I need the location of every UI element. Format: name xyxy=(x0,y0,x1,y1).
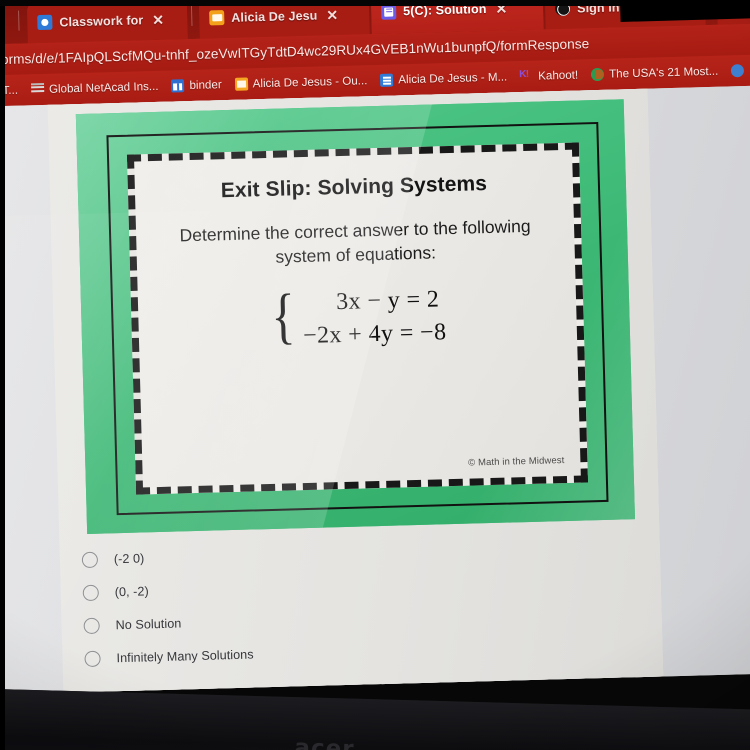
usa-icon xyxy=(590,67,605,82)
option-label: (-2 0) xyxy=(113,551,145,567)
bookmark-alicia-ou[interactable]: Alicia De Jesus - Ou... xyxy=(234,74,368,91)
bookmark-label: Kahoot! xyxy=(538,68,579,83)
left-brace: { xyxy=(270,282,297,352)
monitor-photo: ✕ Classwork for ✕ Alicia De Jesu ✕ 5(C):… xyxy=(0,0,750,750)
radio-button-icon[interactable] xyxy=(84,650,101,668)
bookmark-generic-icon xyxy=(731,64,745,78)
bookmark-label: The USA's 21 Most... xyxy=(608,64,719,81)
option-label: (0, -2) xyxy=(114,584,149,600)
slip-dashed-card: Exit Slip: Solving Systems Determine the… xyxy=(126,142,588,495)
system-of-equations: { 3x − y = 2 −2x + 4y = −8 xyxy=(162,282,553,355)
answer-options: (-2 0) (0, -2) No Solution Infinitely Ma… xyxy=(81,530,604,676)
bookmark-label: Global NetAcad Ins... xyxy=(48,79,159,96)
binder-icon xyxy=(171,79,185,93)
bookmark-label: binder xyxy=(189,78,222,93)
bookmark-kahoot[interactable]: Kahoot! xyxy=(520,69,578,84)
google-docs-orange-icon xyxy=(209,10,225,26)
option-label: No Solution xyxy=(115,616,182,633)
bookmark-usa-21-most[interactable]: The USA's 21 Most... xyxy=(590,64,719,82)
close-icon[interactable]: ✕ xyxy=(150,11,166,27)
google-form-body: Exit Slip: Solving Systems Determine the… xyxy=(47,88,664,695)
slip-prompt: Determine the correct answer to the foll… xyxy=(179,215,531,267)
radio-button-icon[interactable] xyxy=(81,551,99,569)
photo-edge-top-right xyxy=(620,0,750,22)
bookmark-alicia-m[interactable]: Alicia De Jesus - M... xyxy=(380,70,508,87)
copyright-credit: © Math in the Midwest xyxy=(468,455,565,469)
slip-title: Exit Slip: Solving Systems xyxy=(220,172,488,203)
radio-button-icon[interactable] xyxy=(82,584,100,602)
close-icon[interactable]: ✕ xyxy=(324,6,340,22)
kahoot-icon xyxy=(520,70,533,83)
equation-1: 3x − y = 2 xyxy=(335,286,440,316)
tab-classwork[interactable]: Classwork for ✕ xyxy=(26,0,188,44)
bookmark-binder[interactable]: binder xyxy=(171,78,222,93)
bookmark-label: Alicia De Jesus - Ou... xyxy=(252,74,368,91)
google-docs-blue-icon xyxy=(380,73,394,87)
tab-title: Classwork for xyxy=(59,12,144,30)
monitor-brand-logo: acer xyxy=(294,735,355,750)
google-forms-icon xyxy=(380,3,397,20)
equation-2: −2x + 4y = −8 xyxy=(302,319,447,350)
equation-list: 3x − y = 2 −2x + 4y = −8 xyxy=(302,286,447,350)
monitor-bezel: acer xyxy=(0,688,750,750)
google-docs-orange-icon xyxy=(234,77,248,91)
radio-button-icon[interactable] xyxy=(83,617,100,635)
netacad-icon xyxy=(31,83,44,96)
tab-divider xyxy=(18,10,20,31)
bookmark-overflow[interactable] xyxy=(731,64,745,78)
tab-divider xyxy=(190,5,193,26)
option-label: Infinitely Many Solutions xyxy=(116,647,254,666)
tab-title: Alicia De Jesu xyxy=(231,8,318,25)
bookmark-label: Alicia De Jesus - M... xyxy=(398,70,508,87)
bookmark-global-netacad[interactable]: Global NetAcad Ins... xyxy=(31,80,159,96)
screen-area: ✕ Classwork for ✕ Alicia De Jesu ✕ 5(C):… xyxy=(0,0,750,695)
photo-edge-left xyxy=(0,0,5,750)
google-classroom-icon xyxy=(37,14,53,31)
exit-slip-image: Exit Slip: Solving Systems Determine the… xyxy=(75,99,635,534)
page-viewport: Exit Slip: Solving Systems Determine the… xyxy=(0,85,750,695)
